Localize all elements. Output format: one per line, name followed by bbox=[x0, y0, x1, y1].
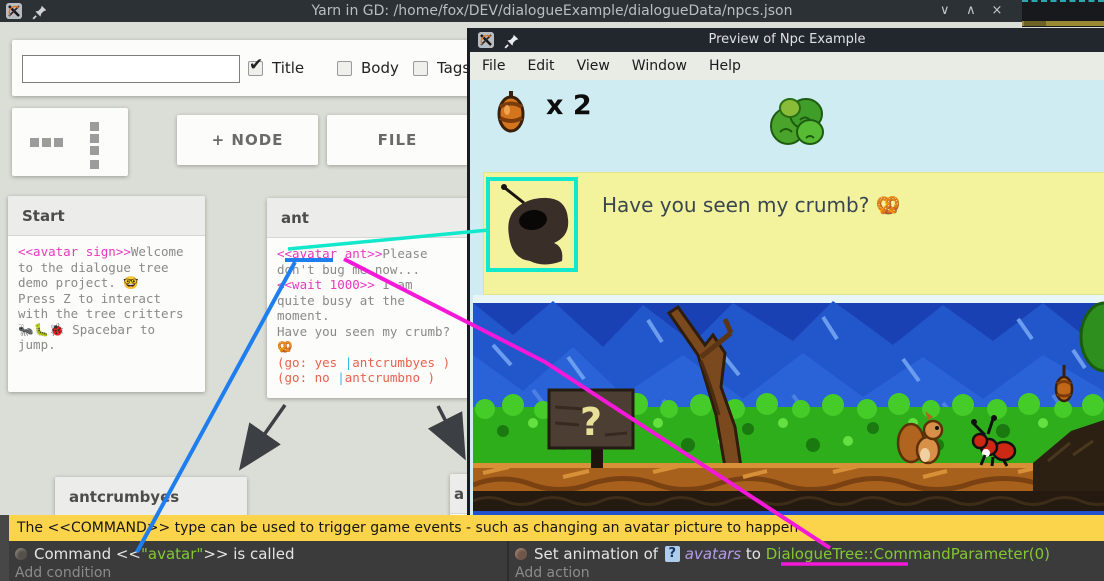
filter-title[interactable]: ✔ Title bbox=[248, 54, 304, 82]
condition-row[interactable]: Command <<"avatar">> is called bbox=[15, 544, 295, 564]
node-start-title: Start bbox=[8, 196, 205, 236]
preview-menubar: File Edit View Window Help bbox=[470, 52, 1104, 80]
menu-edit[interactable]: Edit bbox=[527, 58, 554, 74]
action-row[interactable]: Set animation of ?avatars to DialogueTre… bbox=[515, 544, 1050, 564]
event-block-margin bbox=[0, 515, 9, 581]
condition-icon bbox=[15, 548, 27, 560]
filter-tags[interactable]: Tags bbox=[413, 54, 470, 82]
command-tip-bar: The <<COMMAND>> type can be used to trig… bbox=[9, 515, 1104, 541]
checkmark-icon: ✔ bbox=[249, 55, 263, 75]
node-start[interactable]: Start <<avatar sign>>Welcome to the dial… bbox=[8, 196, 205, 392]
search-input[interactable] bbox=[22, 55, 240, 83]
maximize-button[interactable]: ∧ bbox=[960, 0, 982, 22]
node-antcrumbyes-title: antcrumbyes bbox=[55, 477, 247, 517]
hud-acorn-icon bbox=[496, 90, 526, 134]
title-checkbox[interactable]: ✔ bbox=[248, 61, 263, 76]
preview-title: Preview of Npc Example bbox=[470, 28, 1104, 52]
hud-item-count: x 2 bbox=[546, 90, 592, 121]
layout-toggle-card bbox=[12, 108, 128, 176]
events-panel: The <<COMMAND>> type can be used to trig… bbox=[0, 515, 1104, 581]
main-titlebar: Yarn in GD: /home/fox/DEV/dialogueExampl… bbox=[0, 0, 1104, 22]
action-cell[interactable]: Set animation of ?avatars to DialogueTre… bbox=[507, 541, 1104, 581]
background-window-fragment bbox=[1022, 0, 1104, 27]
add-action-link[interactable]: Add action bbox=[515, 565, 590, 581]
node-ant-body: <<avatar ant>>Please don't bug me now...… bbox=[267, 238, 469, 394]
preview-titlebar: Preview of Npc Example bbox=[470, 28, 1104, 52]
dialogue-text: Have you seen my crumb? 🥨 bbox=[602, 193, 901, 217]
node-ant-title: ant bbox=[267, 198, 469, 238]
search-card: ✔ Title Body Tags bbox=[12, 40, 472, 96]
menu-help[interactable]: Help bbox=[709, 58, 741, 74]
filter-tags-label: Tags bbox=[437, 59, 470, 77]
minimize-button[interactable]: ∨ bbox=[934, 0, 956, 22]
menu-view[interactable]: View bbox=[577, 58, 610, 74]
close-button[interactable]: × bbox=[986, 0, 1008, 22]
object-missing-icon: ? bbox=[665, 546, 680, 562]
screen: Yarn in GD: /home/fox/DEV/dialogueExampl… bbox=[0, 0, 1104, 581]
node-start-body: <<avatar sign>>Welcome to the dialogue t… bbox=[8, 236, 205, 361]
tags-checkbox[interactable] bbox=[413, 61, 428, 76]
preview-window: Preview of Npc Example File Edit View Wi… bbox=[467, 28, 1104, 581]
body-checkbox[interactable] bbox=[337, 61, 352, 76]
filter-body-label: Body bbox=[361, 59, 399, 77]
condition-cell[interactable]: Command <<"avatar">> is called Add condi… bbox=[9, 541, 507, 581]
dialogue-box: Have you seen my crumb? 🥨 bbox=[483, 172, 1104, 295]
window-controls: ∨ ∧ × bbox=[934, 0, 1008, 22]
command-name-value: "avatar" bbox=[141, 545, 203, 563]
filter-title-label: Title bbox=[272, 59, 304, 77]
sign-question-mark: ? bbox=[580, 400, 602, 444]
object-name-value: avatars bbox=[685, 545, 741, 563]
bush-sprite bbox=[766, 92, 828, 150]
file-button[interactable]: FILE bbox=[327, 115, 468, 165]
action-parameter-value: DialogueTree::CommandParameter(0) bbox=[766, 545, 1050, 563]
node-ant[interactable]: ant <<avatar ant>>Please don't bug me no… bbox=[267, 198, 469, 398]
action-icon bbox=[515, 548, 527, 560]
add-node-button[interactable]: + NODE bbox=[177, 115, 318, 165]
filter-body[interactable]: Body bbox=[337, 54, 399, 82]
add-condition-link[interactable]: Add condition bbox=[15, 565, 111, 581]
game-scene: ? bbox=[473, 295, 1104, 517]
menu-file[interactable]: File bbox=[482, 58, 505, 74]
menu-window[interactable]: Window bbox=[632, 58, 687, 74]
background-window-strip bbox=[1022, 21, 1104, 26]
ant-avatar-image bbox=[494, 181, 579, 271]
